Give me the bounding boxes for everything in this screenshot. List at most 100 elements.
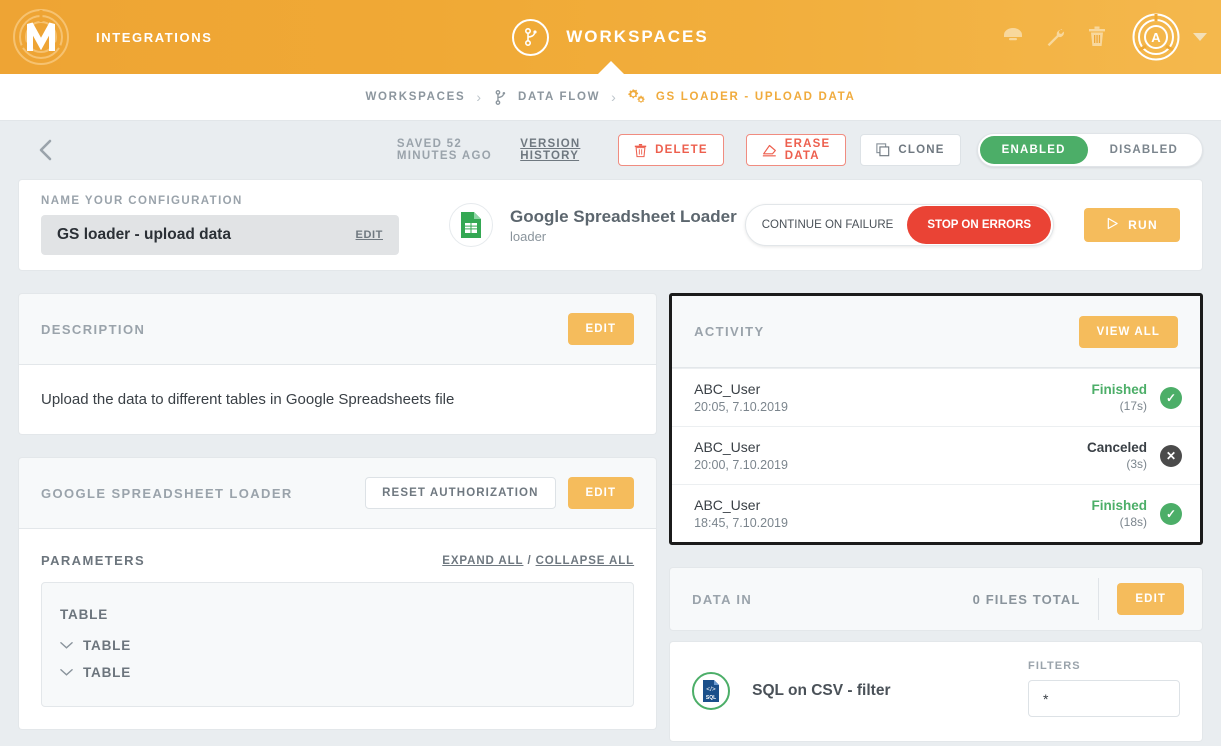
toggle-option-enabled[interactable]: ENABLED <box>979 136 1088 164</box>
failure-mode-toggle[interactable]: CONTINUE ON FAILURE STOP ON ERRORS <box>744 204 1055 246</box>
filters-group: FILTERS * <box>1028 660 1180 717</box>
stop-on-errors-label: STOP ON ERRORS <box>927 218 1032 231</box>
activity-title: ACTIVITY <box>694 324 765 339</box>
activity-user: ABC_User <box>694 381 761 397</box>
run-button[interactable]: RUN <box>1084 208 1180 242</box>
parameter-label: TABLE <box>83 638 131 653</box>
breadcrumb-label: GS LOADER - UPLOAD DATA <box>655 91 856 103</box>
configuration-name-label: NAME YOUR CONFIGURATION <box>41 195 243 207</box>
run-label: RUN <box>1128 218 1158 232</box>
activity-row[interactable]: ABC_User 20:05, 7.10.2019 Finished (17s)… <box>672 368 1200 426</box>
configuration-name-edit-link[interactable]: EDIT <box>356 229 383 241</box>
configuration-name-input[interactable]: GS loader - upload data EDIT <box>41 215 399 255</box>
description-header: DESCRIPTION EDIT <box>18 293 658 365</box>
chevron-down-icon[interactable] <box>1193 33 1207 41</box>
configuration-name-value: GS loader - upload data <box>57 226 231 243</box>
brand[interactable]: INTEGRATIONS <box>0 8 212 66</box>
activity-panel: ACTIVITY VIEW ALL ABC_User 20:05, 7.10.2… <box>669 293 1203 545</box>
chevron-down-icon[interactable] <box>60 641 73 650</box>
parameter-row[interactable]: TABLE <box>60 659 615 686</box>
files-total-label: 0 FILES TOTAL <box>972 591 1081 607</box>
workspaces-icon <box>512 18 550 56</box>
configuration-name-group: NAME YOUR CONFIGURATION GS loader - uplo… <box>41 195 399 255</box>
loader-edit-button[interactable]: EDIT <box>567 477 635 509</box>
activity-user: ABC_User <box>694 439 761 455</box>
data-in-edit-button[interactable]: EDIT <box>1117 583 1184 615</box>
activity-row[interactable]: ABC_User 20:00, 7.10.2019 Canceled (3s) … <box>672 426 1200 484</box>
parameters-body: PARAMETERS EXPAND ALL / COLLAPSE ALL TABLE <box>18 529 658 730</box>
google-sheets-icon <box>449 203 493 247</box>
activity-time: 20:00, 7.10.2019 <box>694 458 788 472</box>
right-column: ACTIVITY VIEW ALL ABC_User 20:05, 7.10.2… <box>669 293 1203 742</box>
chat-icon[interactable] <box>996 20 1030 54</box>
parameters-box: TABLE TABLE TABLE <box>41 582 635 707</box>
activity-user-block: ABC_User 20:00, 7.10.2019 <box>694 439 788 472</box>
parameter-root-label: TABLE <box>60 601 615 628</box>
parameters-links: EXPAND ALL / COLLAPSE ALL <box>442 555 634 567</box>
breadcrumb-item-workspaces[interactable]: WORKSPACES <box>365 91 465 103</box>
expand-all-link[interactable]: EXPAND ALL <box>442 555 523 567</box>
toggle-option-continue-on-failure[interactable]: CONTINUE ON FAILURE <box>748 219 908 232</box>
description-title: DESCRIPTION <box>41 321 146 337</box>
breadcrumb-label: DATA FLOW <box>518 91 601 103</box>
data-in-panel: DATA IN 0 FILES TOTAL EDIT </> SQL SQL o… <box>669 567 1203 742</box>
avatar-menu[interactable]: A <box>1132 13 1207 61</box>
clone-button[interactable]: CLONE <box>860 134 961 166</box>
enabled-disabled-toggle[interactable]: ENABLED DISABLED <box>976 133 1203 167</box>
activity-time: 18:45, 7.10.2019 <box>694 516 788 530</box>
reset-authorization-button[interactable]: RESET AUTHORIZATION <box>365 477 556 509</box>
collapse-all-link[interactable]: COLLAPSE ALL <box>536 555 635 567</box>
links-separator: / <box>527 554 532 567</box>
data-in-source-name: SQL on CSV - filter <box>752 682 891 699</box>
version-history-link[interactable]: VERSION HISTORY <box>520 138 596 162</box>
component-title: Google Spreadsheet Loader <box>510 206 737 226</box>
page-body: SAVED 52 MINUTES AGO VERSION HISTORY DEL… <box>0 121 1221 742</box>
loader-header: GOOGLE SPREADSHEET LOADER RESET AUTHORIZ… <box>18 457 658 529</box>
activity-user-block: ABC_User 20:05, 7.10.2019 <box>694 381 788 414</box>
loader-panel: GOOGLE SPREADSHEET LOADER RESET AUTHORIZ… <box>18 457 658 730</box>
activity-user-block: ABC_User 18:45, 7.10.2019 <box>694 497 788 530</box>
breadcrumb-separator: › <box>476 89 482 105</box>
chevron-down-icon[interactable] <box>60 668 73 677</box>
description-edit-button[interactable]: EDIT <box>567 313 635 345</box>
maze-logo-icon <box>12 8 70 66</box>
description-body: Upload the data to different tables in G… <box>18 365 658 435</box>
trash-icon[interactable] <box>1080 20 1114 54</box>
activity-row[interactable]: ABC_User 18:45, 7.10.2019 Finished (18s)… <box>672 484 1200 542</box>
wrench-icon[interactable] <box>1038 20 1072 54</box>
activity-duration: (18s) <box>1119 515 1147 529</box>
chevron-left-icon[interactable] <box>36 133 57 167</box>
flow-icon <box>492 89 509 106</box>
play-icon <box>1106 217 1119 233</box>
activity-status: Finished <box>1091 498 1147 513</box>
view-all-button[interactable]: VIEW ALL <box>1078 315 1178 348</box>
breadcrumb-label: WORKSPACES <box>365 91 466 103</box>
header-actions: A <box>988 13 1221 61</box>
gears-icon <box>627 88 647 106</box>
activity-status-block: Canceled (3s) <box>1087 440 1147 471</box>
loader-title: GOOGLE SPREADSHEET LOADER <box>41 485 293 501</box>
trash-icon <box>634 143 647 158</box>
filters-input[interactable]: * <box>1028 680 1180 717</box>
continue-on-failure-label: CONTINUE ON FAILURE <box>761 218 894 231</box>
breadcrumb-item-gs-loader[interactable]: GS LOADER - UPLOAD DATA <box>627 88 856 106</box>
divider <box>1098 578 1100 620</box>
workspaces-label: WORKSPACES <box>566 27 709 46</box>
parameters-title: PARAMETERS <box>41 553 146 568</box>
toggle-option-stop-on-errors[interactable]: STOP ON ERRORS <box>907 206 1052 244</box>
avatar[interactable]: A <box>1132 13 1180 61</box>
parameter-label: TABLE <box>60 607 108 622</box>
action-toolbar: SAVED 52 MINUTES AGO VERSION HISTORY DEL… <box>10 121 1211 179</box>
configuration-card: NAME YOUR CONFIGURATION GS loader - uplo… <box>18 179 1203 271</box>
component-subtitle: loader <box>510 228 547 244</box>
check-circle-icon: ✓ <box>1160 386 1182 409</box>
activity-status: Canceled <box>1086 440 1147 455</box>
clone-icon <box>876 143 890 157</box>
breadcrumb-item-data-flow[interactable]: DATA FLOW <box>492 89 600 106</box>
parameter-row[interactable]: TABLE <box>60 632 615 659</box>
app-header: INTEGRATIONS WORKSPACES A <box>0 0 1221 75</box>
toggle-option-disabled[interactable]: DISABLED <box>1088 136 1200 164</box>
delete-button[interactable]: DELETE <box>618 134 724 166</box>
erase-data-button[interactable]: ERASE DATA <box>745 134 847 166</box>
activity-duration: (17s) <box>1119 399 1147 413</box>
